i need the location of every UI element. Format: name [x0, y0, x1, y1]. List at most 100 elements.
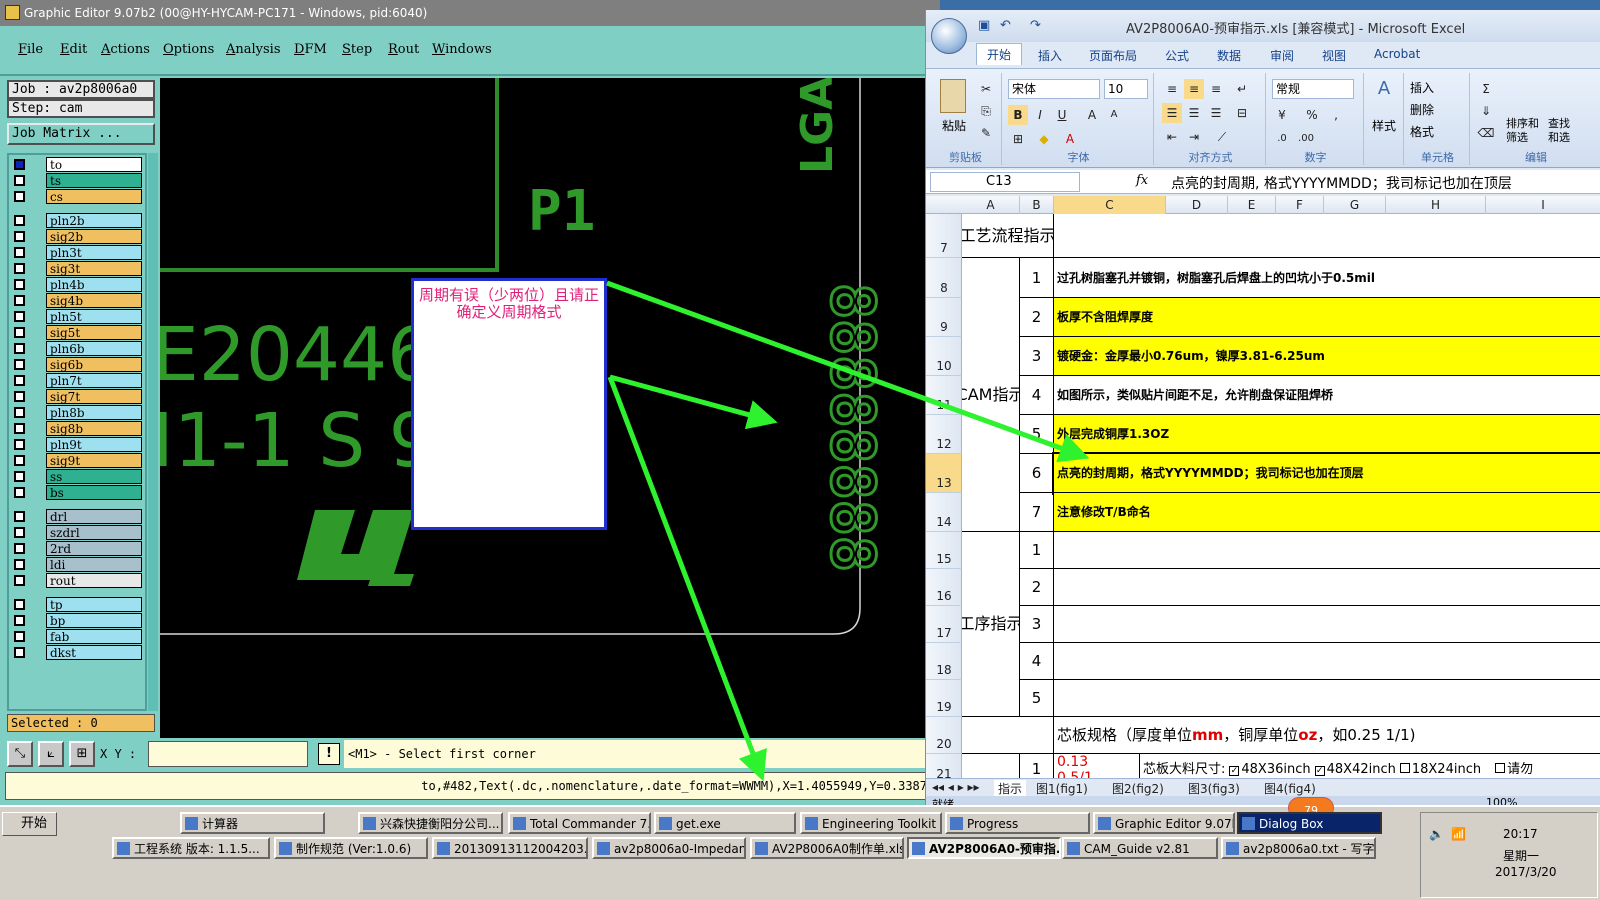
- taskbar-button[interactable]: CAM_Guide v2.81: [1062, 837, 1218, 859]
- layer-label[interactable]: pln2b: [46, 213, 142, 228]
- layer-checkbox[interactable]: [14, 343, 25, 354]
- sort-filter-button[interactable]: 排序和筛选: [1506, 117, 1546, 145]
- layer-label[interactable]: drl: [46, 509, 142, 524]
- layer-row[interactable]: to: [9, 157, 145, 173]
- row-header[interactable]: 7: [926, 214, 962, 258]
- layer-label[interactable]: sig7t: [46, 389, 142, 404]
- layer-row[interactable]: fab: [9, 629, 145, 645]
- row21-a[interactable]: [962, 754, 1020, 778]
- op-item-text[interactable]: [1054, 569, 1600, 606]
- layer-label[interactable]: dkst: [46, 645, 142, 660]
- layer-label[interactable]: pln9t: [46, 437, 142, 452]
- underline-icon[interactable]: U: [1052, 105, 1072, 125]
- wrap-text-icon[interactable]: ↵: [1232, 79, 1252, 99]
- clear-icon[interactable]: ⌫: [1476, 123, 1496, 143]
- excel-title-bar[interactable]: ▣ ↶ ↷ AV2P8006A0-预审指示.xls [兼容模式] - Micro…: [926, 10, 1600, 42]
- column-header[interactable]: I: [1486, 196, 1600, 214]
- bold-icon[interactable]: B: [1008, 105, 1028, 125]
- row7-empty[interactable]: [1054, 214, 1600, 258]
- cam-item-text[interactable]: 注意修改T/B命名: [1054, 493, 1600, 532]
- menu-windows[interactable]: Windows: [432, 42, 492, 57]
- cam-item-number[interactable]: 4: [1020, 376, 1054, 415]
- tab-view[interactable]: 视图: [1322, 47, 1346, 64]
- layer-label[interactable]: sig2b: [46, 229, 142, 244]
- layer-row[interactable]: bp: [9, 613, 145, 629]
- tab-review[interactable]: 审阅: [1270, 47, 1294, 64]
- core-size-options[interactable]: 芯板大料尺寸: ✓ 48X36inch ✓ 48X42inch 18X24inch 请勿: [1140, 754, 1600, 778]
- save-icon[interactable]: ▣: [978, 18, 994, 34]
- layer-row[interactable]: pln9t: [9, 437, 145, 453]
- align-right-icon[interactable]: ☰: [1206, 103, 1226, 123]
- layer-label[interactable]: szdrl: [46, 525, 142, 540]
- name-box[interactable]: C13: [930, 172, 1080, 192]
- layer-row[interactable]: ldi: [9, 557, 145, 573]
- decrease-decimal-icon[interactable]: .00: [1296, 129, 1316, 149]
- layer-checkbox[interactable]: [14, 175, 25, 186]
- layer-row[interactable]: sig8b: [9, 421, 145, 437]
- layer-row[interactable]: pln4b: [9, 277, 145, 293]
- layer-checkbox[interactable]: [14, 327, 25, 338]
- cam-item-number[interactable]: 6: [1020, 454, 1054, 493]
- insert-cells-button[interactable]: 插入: [1410, 79, 1434, 96]
- cam-item-text[interactable]: 过孔树脂塞孔并镀铜，树脂塞孔后焊盘上的凹坑小于0.5mil: [1054, 258, 1600, 298]
- redo-icon[interactable]: ↷: [1030, 18, 1046, 34]
- fx-icon[interactable]: fx: [1136, 173, 1148, 188]
- option-checkbox[interactable]: [1495, 763, 1506, 773]
- layer-checkbox[interactable]: [14, 487, 25, 498]
- clock-time[interactable]: 20:17: [1503, 827, 1538, 841]
- op-item-text[interactable]: [1054, 606, 1600, 643]
- row20-left[interactable]: [962, 717, 1054, 754]
- tab-data[interactable]: 数据: [1217, 47, 1241, 64]
- prompt-button[interactable]: !: [318, 743, 340, 765]
- row21-number[interactable]: 1: [1020, 754, 1054, 778]
- layer-label[interactable]: pln5t: [46, 309, 142, 324]
- volume-icon[interactable]: 🔈: [1429, 827, 1444, 841]
- cam-item-text[interactable]: 点亮的封周期，格式YYYYMMDD；我司标记也加在顶层: [1052, 452, 1600, 495]
- taskbar-button[interactable]: 计算器: [180, 812, 325, 834]
- row-header[interactable]: 8: [926, 258, 962, 298]
- layer-label[interactable]: cs: [46, 189, 142, 204]
- layer-checkbox[interactable]: [14, 471, 25, 482]
- layer-checkbox[interactable]: [14, 231, 25, 242]
- layer-checkbox[interactable]: [14, 407, 25, 418]
- layer-label[interactable]: pln3t: [46, 245, 142, 260]
- merge-cells-icon[interactable]: ⊟: [1232, 103, 1252, 123]
- cam-item-text[interactable]: 镀硬金：金厚最小0.76um，镍厚3.81-6.25um: [1054, 337, 1600, 376]
- measure-icon[interactable]: ⟀: [38, 741, 64, 767]
- currency-icon[interactable]: ¥: [1272, 105, 1292, 125]
- font-size-select[interactable]: 10: [1104, 79, 1148, 99]
- taskbar-button[interactable]: get.exe: [654, 812, 796, 834]
- layer-row[interactable]: sig2b: [9, 229, 145, 245]
- border-icon[interactable]: ⊞: [1008, 129, 1028, 149]
- layer-row[interactable]: rout: [9, 573, 145, 589]
- option-checkbox[interactable]: ✓: [1314, 766, 1325, 776]
- row-header[interactable]: 15: [926, 532, 962, 569]
- layer-row[interactable]: ss: [9, 469, 145, 485]
- layer-row[interactable]: bs: [9, 485, 145, 501]
- operation-label[interactable]: 工序指示: [962, 532, 1020, 717]
- layer-checkbox[interactable]: [14, 631, 25, 642]
- layer-row[interactable]: pln5t: [9, 309, 145, 325]
- tab-page-layout[interactable]: 页面布局: [1089, 47, 1137, 64]
- menu-options[interactable]: Options: [163, 42, 214, 57]
- grid-icon[interactable]: ⊞: [69, 741, 95, 767]
- layer-label[interactable]: bs: [46, 485, 142, 500]
- layer-label[interactable]: sig3t: [46, 261, 142, 276]
- layer-checkbox[interactable]: [14, 511, 25, 522]
- increase-decimal-icon[interactable]: .0: [1272, 129, 1292, 149]
- row-header[interactable]: 17: [926, 606, 962, 643]
- sheet-tab-2[interactable]: 图1(fig1): [1036, 780, 1088, 797]
- tab-home[interactable]: 开始: [976, 43, 1023, 65]
- column-header[interactable]: D: [1166, 196, 1228, 214]
- core-spec-header[interactable]: 芯板规格（厚度单位mm，铜厚单位oz，如0.25 1/1): [1054, 717, 1600, 754]
- taskbar-button[interactable]: AV2P8006A0制作单.xls ...: [750, 837, 904, 859]
- sheet-tab-3[interactable]: 图2(fig2): [1112, 780, 1164, 797]
- layer-label[interactable]: ldi: [46, 557, 142, 572]
- layer-label[interactable]: 2rd: [46, 541, 142, 556]
- layer-label[interactable]: sig9t: [46, 453, 142, 468]
- layer-label[interactable]: pln8b: [46, 405, 142, 420]
- taskbar-button[interactable]: AV2P8006A0-预审指...: [907, 837, 1061, 859]
- align-left-icon[interactable]: ☰: [1162, 103, 1182, 123]
- align-top-icon[interactable]: ≡: [1162, 79, 1182, 99]
- column-header[interactable]: F: [1276, 196, 1324, 214]
